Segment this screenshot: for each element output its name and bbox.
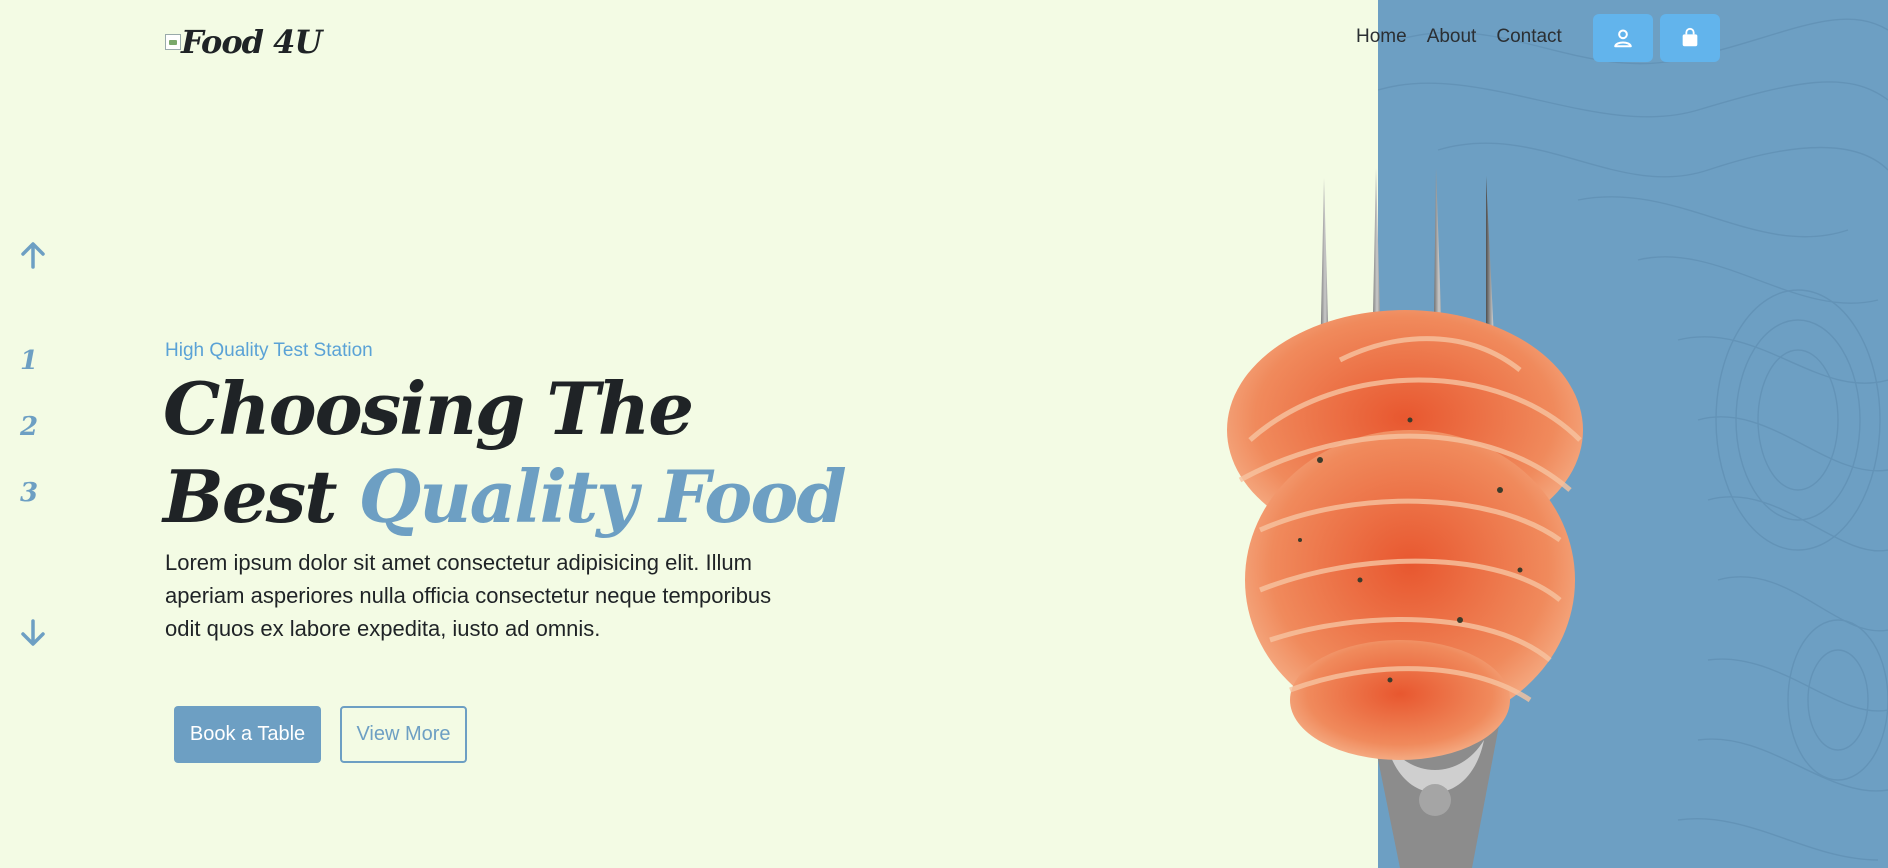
hero-description: Lorem ipsum dolor sit amet consectetur a… — [165, 550, 772, 641]
user-icon — [1614, 29, 1632, 48]
view-more-button[interactable]: View More — [340, 706, 467, 763]
arrow-up-icon[interactable] — [18, 240, 48, 270]
main-nav: Home About Contact — [1356, 26, 1562, 48]
logo-text: Food 4U — [181, 23, 322, 61]
nav-home[interactable]: Home — [1356, 26, 1407, 48]
headline-line-2-accent: Quality Food — [358, 454, 847, 539]
cart-button[interactable] — [1660, 14, 1720, 62]
logo[interactable]: Food 4U — [165, 22, 322, 62]
slide-number-1[interactable]: 1 — [20, 346, 38, 376]
nav-contact[interactable]: Contact — [1496, 26, 1561, 48]
headline-line-1: Choosing The — [163, 366, 694, 451]
hero-eyebrow: High Quality Test Station — [165, 340, 373, 361]
book-table-button[interactable]: Book a Table — [174, 706, 321, 763]
hero-spaghetti-image — [1227, 168, 1583, 868]
logo-image-icon — [165, 34, 181, 50]
headline-line-2-plain: Best — [163, 454, 337, 539]
account-button[interactable] — [1593, 14, 1653, 62]
nav-about[interactable]: About — [1427, 26, 1477, 48]
shopping-bag-icon — [1682, 27, 1698, 47]
slide-number-3[interactable]: 3 — [20, 478, 38, 508]
hero-headline: Choosing The Best Quality Food — [163, 365, 847, 541]
arrow-down-icon[interactable] — [18, 618, 48, 648]
slide-number-2[interactable]: 2 — [20, 412, 38, 442]
